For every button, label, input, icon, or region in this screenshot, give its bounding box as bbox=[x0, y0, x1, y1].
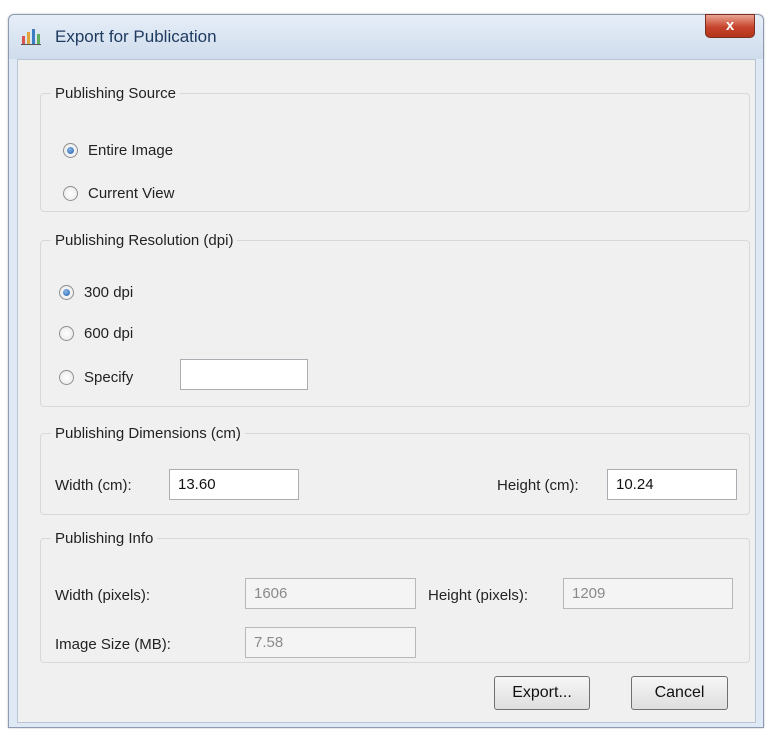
height-cm-label: Height (cm): bbox=[497, 477, 579, 494]
height-pixels-label: Height (pixels): bbox=[428, 587, 529, 604]
radio-current-view[interactable]: Current View bbox=[63, 185, 174, 202]
radio-300-dpi[interactable]: 300 dpi bbox=[59, 284, 133, 301]
publishing-resolution-legend: Publishing Resolution (dpi) bbox=[55, 232, 234, 249]
publishing-dimensions-legend: Publishing Dimensions (cm) bbox=[55, 425, 241, 442]
radio-button-checked[interactable] bbox=[63, 143, 78, 158]
radio-label: Specify bbox=[84, 369, 134, 386]
export-button[interactable]: Export... bbox=[494, 676, 590, 710]
close-icon: x bbox=[725, 17, 735, 34]
publishing-info-legend: Publishing Info bbox=[55, 530, 154, 547]
width-pixels-field: 1606 bbox=[245, 578, 416, 609]
radio-label: 600 dpi bbox=[84, 325, 134, 342]
radio-specify[interactable]: Specify bbox=[59, 369, 133, 386]
radio-label: 300 dpi bbox=[84, 284, 134, 301]
dialog-body: Publishing Source Entire Image Current V… bbox=[17, 59, 756, 723]
publishing-info-group: Publishing Info Width (pixels): 1606 Hei… bbox=[40, 530, 750, 663]
publishing-dimensions-group: Publishing Dimensions (cm) Width (cm): 1… bbox=[40, 425, 750, 515]
publishing-source-legend: Publishing Source bbox=[55, 85, 176, 102]
width-cm-input[interactable]: 13.60 bbox=[169, 469, 299, 500]
width-cm-label: Width (cm): bbox=[55, 477, 132, 494]
image-size-field: 7.58 bbox=[245, 627, 416, 658]
close-button[interactable]: x bbox=[705, 14, 755, 38]
publishing-source-group: Publishing Source Entire Image Current V… bbox=[40, 85, 750, 212]
image-size-label: Image Size (MB): bbox=[55, 636, 171, 653]
radio-entire-image[interactable]: Entire Image bbox=[63, 142, 173, 159]
chart-icon bbox=[21, 29, 41, 45]
title-bar[interactable]: Export for Publication x bbox=[9, 14, 763, 59]
window-title: Export for Publication bbox=[55, 27, 217, 46]
radio-600-dpi[interactable]: 600 dpi bbox=[59, 325, 133, 342]
export-dialog: Export for Publication x Publishing Sour… bbox=[8, 14, 764, 728]
radio-label: Current View bbox=[88, 185, 175, 202]
publishing-resolution-group: Publishing Resolution (dpi) 300 dpi 600 … bbox=[40, 232, 750, 407]
width-pixels-label: Width (pixels): bbox=[55, 587, 151, 604]
radio-button[interactable] bbox=[63, 186, 78, 201]
radio-button[interactable] bbox=[59, 370, 74, 385]
height-pixels-field: 1209 bbox=[563, 578, 733, 609]
height-cm-input[interactable]: 10.24 bbox=[607, 469, 737, 500]
radio-label: Entire Image bbox=[88, 142, 174, 159]
radio-button[interactable] bbox=[59, 326, 74, 341]
cancel-button[interactable]: Cancel bbox=[631, 676, 728, 710]
radio-button-checked[interactable] bbox=[59, 285, 74, 300]
specify-dpi-input[interactable] bbox=[180, 359, 308, 390]
